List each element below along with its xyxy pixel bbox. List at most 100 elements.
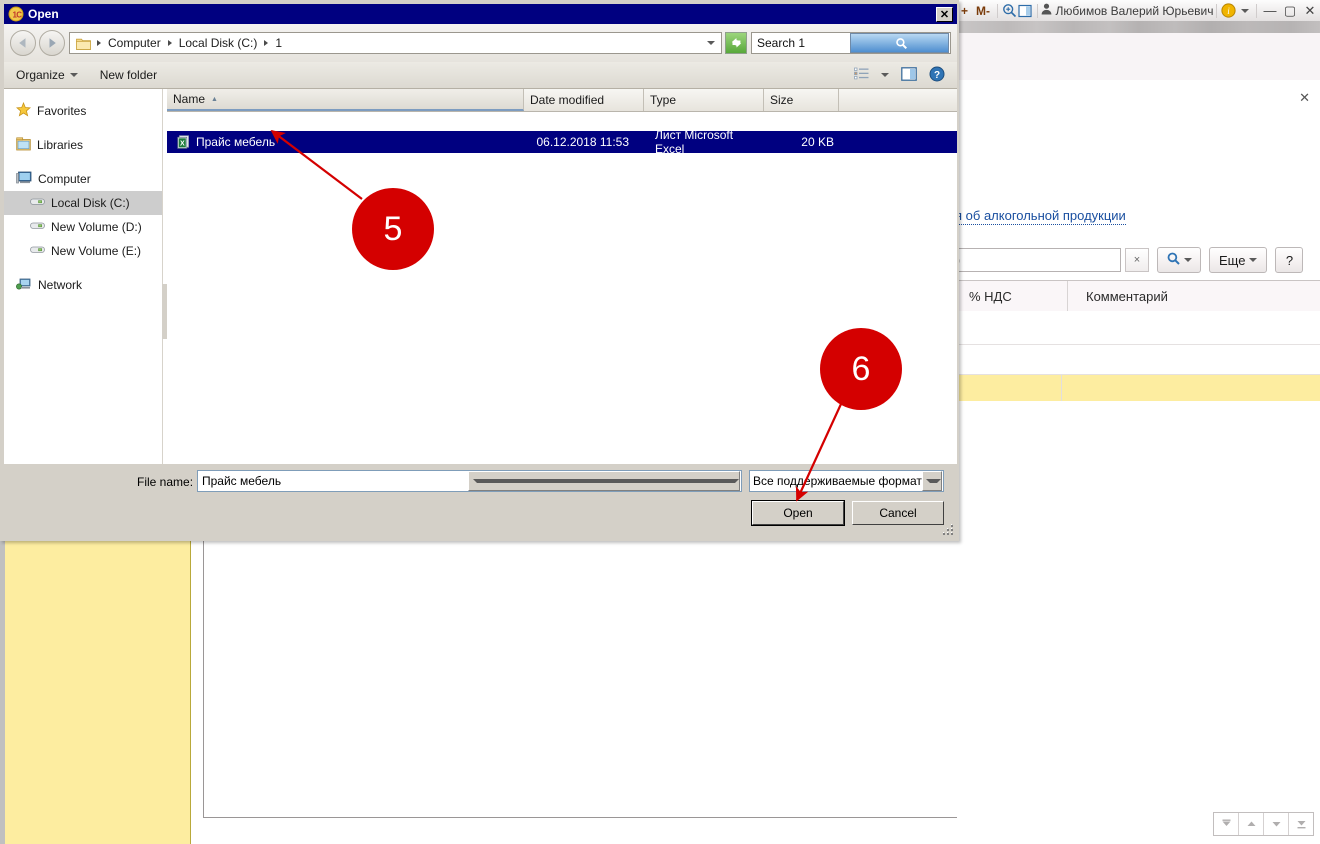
resize-grip[interactable]	[942, 524, 954, 536]
last-row-button[interactable]	[1289, 813, 1313, 835]
file-date-cell: 06.12.2018 11:53	[536, 135, 629, 149]
chevron-down-icon[interactable]	[1237, 2, 1253, 20]
help-icon: ?	[929, 66, 945, 85]
search-icon	[1167, 252, 1180, 268]
more-button[interactable]: Еще	[1209, 247, 1268, 273]
next-row-button[interactable]	[1264, 813, 1289, 835]
sidebar-item-favorites[interactable]: Favorites	[4, 99, 162, 123]
first-row-button[interactable]	[1214, 813, 1239, 835]
info-icon[interactable]: i	[1220, 2, 1236, 20]
table-row[interactable]	[951, 311, 1320, 345]
column-header-type[interactable]: Type	[644, 89, 764, 111]
network-icon	[16, 277, 32, 294]
breadcrumb-separator[interactable]	[97, 40, 101, 46]
row-navigation-buttons	[1213, 812, 1314, 836]
dialog-title-label: Open	[28, 7, 59, 21]
address-bar[interactable]: Computer Local Disk (C:) 1	[69, 32, 722, 54]
file-list-pane: Name ▲ Date modified Type Size X Прайс м…	[167, 89, 957, 464]
search-box[interactable]: Search 1	[751, 32, 951, 54]
file-type-dropdown-icon[interactable]	[921, 471, 942, 491]
breadcrumb-item-computer[interactable]: Computer	[105, 36, 164, 50]
filter-input[interactable]: )	[951, 248, 1121, 272]
current-user[interactable]: Любимов Валерий Юрьевич	[1041, 3, 1213, 18]
window-maximize-button[interactable]: ▢	[1280, 2, 1300, 20]
view-dropdown-button[interactable]	[875, 65, 895, 86]
dialog-close-button[interactable]: ✕	[936, 6, 953, 22]
window-minimize-button[interactable]: —	[1260, 2, 1280, 20]
breadcrumb-item-1[interactable]: 1	[272, 36, 285, 50]
breadcrumb-item-local-disk[interactable]: Local Disk (C:)	[176, 36, 261, 50]
file-name-dropdown-icon[interactable]	[468, 471, 740, 491]
annotation-step-5: 5	[352, 188, 434, 270]
alcohol-product-link[interactable]: я об алкогольной продукции	[955, 208, 1126, 225]
file-name-cell[interactable]: X Прайс мебель	[167, 135, 512, 149]
preview-pane-button[interactable]	[895, 65, 923, 86]
grid-column-comment[interactable]: Комментарий	[1068, 281, 1298, 312]
annotation-step-6: 6	[820, 328, 902, 410]
sidebar-item-computer[interactable]: Computer	[4, 167, 162, 191]
yellow-editable-panel[interactable]	[5, 538, 191, 844]
toolbar-divider	[1036, 3, 1038, 18]
new-folder-button[interactable]: New folder	[94, 65, 163, 86]
table-row-yellow[interactable]	[951, 375, 1320, 401]
address-dropdown-icon[interactable]	[707, 41, 715, 45]
split-panel-icon[interactable]	[1017, 2, 1033, 20]
libraries-icon	[16, 136, 31, 154]
organize-button[interactable]: Organize	[10, 65, 84, 86]
sidebar-item-label: Local Disk (C:)	[51, 196, 130, 210]
column-header-date-modified[interactable]: Date modified	[524, 89, 644, 111]
window-close-button[interactable]: ✕	[1300, 2, 1320, 20]
app-form-area: ✕ я об алкогольной продукции ) × Еще ? %…	[951, 80, 1320, 844]
zoom-in-icon[interactable]	[1001, 2, 1017, 20]
search-icon[interactable]	[849, 33, 949, 53]
scale-plus-button[interactable]: +	[957, 0, 972, 21]
sidebar-item-label: Computer	[38, 172, 91, 186]
table-row[interactable]: X Прайс мебель 06.12.2018 11:53 Лист Mic…	[167, 128, 957, 156]
svg-text:C: C	[16, 11, 22, 20]
form-close-icon[interactable]: ✕	[1299, 91, 1310, 104]
dialog-titlebar[interactable]: 1 C Open ✕	[4, 4, 957, 24]
prev-row-button[interactable]	[1239, 813, 1264, 835]
drive-icon	[30, 196, 45, 210]
svg-text:?: ?	[934, 70, 940, 81]
sidebar-item-new-volume-e[interactable]: New Volume (E:)	[4, 239, 162, 263]
drive-icon	[30, 220, 45, 234]
breadcrumb-separator[interactable]	[167, 40, 172, 46]
refresh-button[interactable]	[725, 32, 747, 54]
toolbar-divider	[1256, 3, 1257, 18]
new-folder-label: New folder	[99, 68, 158, 82]
file-type-value: Все поддерживаемые формат	[753, 474, 922, 488]
file-name-input[interactable]: Прайс мебель	[197, 470, 742, 492]
grid-column-nds[interactable]: % НДС	[951, 281, 1067, 312]
open-button[interactable]: Open	[751, 500, 845, 526]
breadcrumb-separator[interactable]	[264, 40, 269, 46]
sidebar-item-network[interactable]: Network	[4, 273, 162, 297]
sidebar-item-label: Network	[38, 278, 83, 292]
cancel-button[interactable]: Cancel	[852, 501, 944, 525]
column-header-name[interactable]: Name ▲	[167, 89, 524, 111]
column-header-size[interactable]: Size	[764, 89, 839, 111]
file-type-combo[interactable]: Все поддерживаемые формат	[749, 470, 944, 492]
table-row[interactable]	[951, 345, 1320, 375]
sidebar-item-new-volume-d[interactable]: New Volume (D:)	[4, 215, 162, 239]
column-header-label: Name	[173, 92, 206, 106]
sidebar-item-local-disk-c[interactable]: Local Disk (C:)	[4, 191, 162, 215]
change-view-button[interactable]	[848, 65, 875, 86]
back-button[interactable]	[10, 30, 36, 56]
search-button[interactable]	[1157, 247, 1201, 273]
forward-button[interactable]	[39, 30, 65, 56]
chevron-down-icon	[881, 73, 889, 77]
dialog-footer: File name: Прайс мебель Все поддерживаем…	[4, 464, 957, 539]
open-file-dialog: 1 C Open ✕ Computer Local Disk (C:) 1 Se…	[0, 0, 959, 541]
sort-ascending-icon: ▲	[211, 95, 218, 103]
help-button[interactable]: ?	[923, 65, 951, 86]
search-input[interactable]: Search 1	[752, 36, 850, 50]
clear-filter-button[interactable]: ×	[1125, 248, 1149, 272]
app-titlebar: + M- Любимов Валерий Юрьевич i — ▢ ✕	[957, 0, 1320, 22]
more-label: Еще	[1219, 252, 1246, 268]
scale-minus-button[interactable]: M-	[972, 0, 994, 21]
caret-glyph	[1240, 8, 1249, 13]
column-header-spacer[interactable]	[839, 89, 957, 111]
sidebar-item-libraries[interactable]: Libraries	[4, 133, 162, 157]
help-button[interactable]: ?	[1275, 247, 1304, 273]
